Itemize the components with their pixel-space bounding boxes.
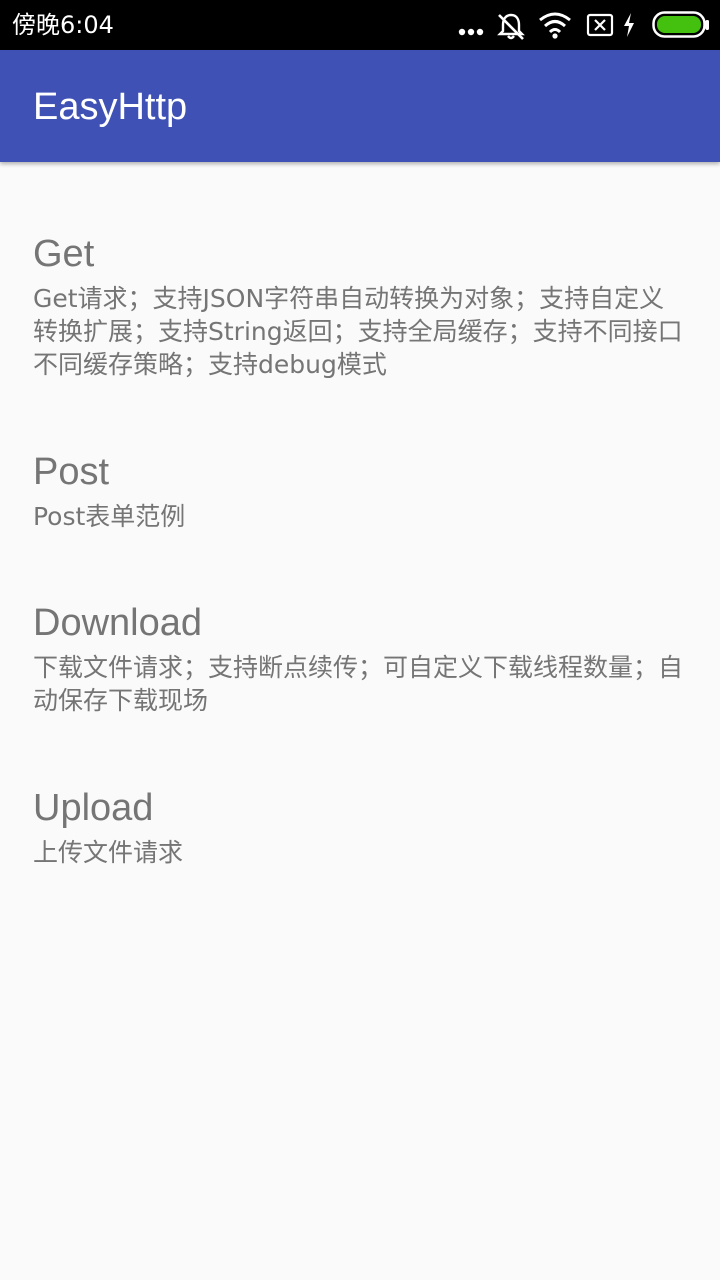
no-sim-icon xyxy=(586,13,614,37)
charging-icon xyxy=(624,13,634,37)
list-item-title: Download xyxy=(33,602,202,644)
app-bar: EasyHttp xyxy=(0,50,720,162)
list-item-description: Post表单范例 xyxy=(33,502,186,531)
list-item-description: 上传文件请求 xyxy=(33,838,184,867)
list-item-post[interactable]: Post Post表单范例 xyxy=(0,392,720,542)
wifi-icon xyxy=(539,12,571,39)
list-item-description: 下载文件请求；支持断点续传；可自定义下载线程数量；自动保存下载现场 xyxy=(33,653,684,715)
status-bar: 傍晚6:04 xyxy=(0,0,720,50)
more-dots-icon xyxy=(458,28,484,36)
app-title: EasyHttp xyxy=(33,86,188,128)
list-item-upload[interactable]: Upload 上传文件请求 xyxy=(0,742,720,892)
status-time: 傍晚6:04 xyxy=(12,11,114,39)
list-item-description: Get请求；支持JSON字符串自动转换为对象；支持自定义转换扩展；支持Strin… xyxy=(33,284,683,379)
silent-mode-icon xyxy=(497,13,525,40)
battery-icon xyxy=(652,11,709,38)
list-item-get[interactable]: Get Get请求；支持JSON字符串自动转换为对象；支持自定义转换扩展；支持S… xyxy=(0,162,720,392)
list-item-download[interactable]: Download 下载文件请求；支持断点续传；可自定义下载线程数量；自动保存下载… xyxy=(0,542,720,742)
list-item-title: Get xyxy=(33,233,95,275)
list-item-title: Upload xyxy=(33,787,154,829)
list-item-title: Post xyxy=(33,451,110,493)
